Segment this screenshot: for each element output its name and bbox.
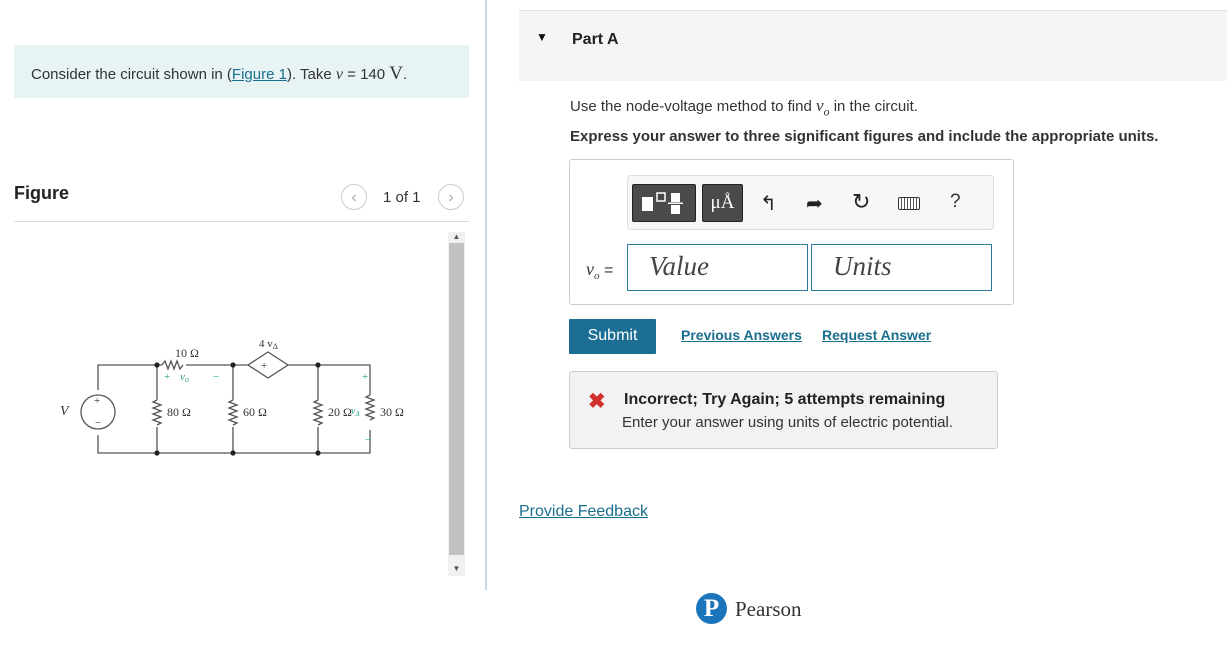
figure-link[interactable]: Figure 1	[232, 66, 287, 83]
incorrect-x-icon: ✖	[588, 390, 606, 413]
scroll-up-arrow-icon[interactable]: ▲	[448, 232, 465, 242]
value-input[interactable]: Value	[627, 244, 808, 291]
intro-value: = 140	[342, 66, 390, 83]
template-icon	[642, 192, 683, 214]
feedback-detail: Enter your answer using units of electri…	[622, 414, 954, 431]
question-suffix: in the circuit.	[829, 98, 918, 115]
vo-minus: −	[213, 371, 219, 383]
chevron-left-icon: ‹	[351, 189, 357, 206]
source-plus: +	[94, 395, 100, 407]
feedback-title: Incorrect; Try Again; 5 attempts remaini…	[624, 391, 946, 408]
vo-label: vo	[180, 371, 189, 384]
figure-scrollbar-thumb[interactable]	[449, 243, 464, 555]
submit-button[interactable]: Submit	[569, 319, 656, 354]
vo-plus: +	[164, 371, 170, 383]
vdelta-plus: +	[362, 371, 368, 383]
vdelta-minus: −	[365, 434, 371, 446]
reset-icon[interactable]: ↻	[852, 189, 870, 215]
undo-icon[interactable]: ↰	[760, 191, 777, 216]
request-answer-link[interactable]: Request Answer	[822, 327, 931, 343]
figure-title: Figure	[14, 183, 70, 203]
help-button[interactable]: ?	[950, 191, 961, 213]
resistor-label-20: 20 Ω	[328, 405, 352, 419]
pearson-brand-text: Pearson	[735, 597, 802, 621]
chevron-right-icon: ›	[448, 189, 454, 206]
source-minus: −	[95, 417, 101, 429]
intro-variable: v	[335, 66, 343, 83]
intro-middle: ). Take	[286, 66, 336, 83]
answer-instruction: Express your answer to three significant…	[570, 128, 1159, 145]
units-input[interactable]: Units	[811, 244, 992, 291]
intro-prefix: Consider the circuit shown in (	[31, 66, 232, 83]
pane-divider[interactable]	[485, 0, 487, 590]
scroll-down-arrow-icon[interactable]: ▼	[448, 564, 465, 574]
part-header[interactable]	[519, 11, 1227, 81]
provide-feedback-link[interactable]: Provide Feedback	[519, 503, 648, 521]
collapse-caret-icon[interactable]: ▼	[536, 30, 548, 44]
circuit-diagram: V + − 10 Ω + vo − 4 vΔ + 80 Ω 60 Ω 20 Ω …	[60, 338, 404, 456]
intro-unit: V	[389, 63, 404, 84]
question-text: Use the node-voltage method to find vo i…	[570, 96, 918, 119]
resistor-label-10: 10 Ω	[175, 346, 199, 360]
next-figure-button[interactable]: ›	[438, 184, 464, 210]
dependent-source-label: 4 vΔ	[259, 338, 278, 351]
feedback-box	[569, 371, 998, 449]
vdelta-label: vΔ	[351, 406, 360, 418]
pearson-logo-icon: P	[696, 593, 727, 624]
intro-suffix: .	[403, 66, 408, 83]
resistor-label-60: 60 Ω	[243, 405, 267, 419]
redo-icon[interactable]: ➦	[806, 191, 823, 216]
part-title: Part A	[572, 31, 619, 48]
figure-divider	[14, 221, 469, 222]
dependent-source-plus: +	[261, 360, 267, 372]
units-button[interactable]: μÅ	[702, 184, 743, 222]
keyboard-icon[interactable]	[898, 197, 920, 210]
templates-button[interactable]	[632, 184, 696, 222]
question-prefix: Use the node-voltage method to find	[570, 98, 816, 115]
source-label: V	[60, 404, 70, 419]
answer-variable-label: vo =	[586, 259, 614, 283]
resistor-label-30: 30 Ω	[380, 405, 404, 419]
previous-figure-button[interactable]: ‹	[341, 184, 367, 210]
question-variable: vo	[816, 96, 830, 119]
figure-page-counter: 1 of 1	[383, 189, 421, 206]
previous-answers-link[interactable]: Previous Answers	[681, 327, 802, 343]
problem-intro-text: Consider the circuit shown in (Figure 1)…	[31, 63, 407, 85]
resistor-label-80: 80 Ω	[167, 405, 191, 419]
